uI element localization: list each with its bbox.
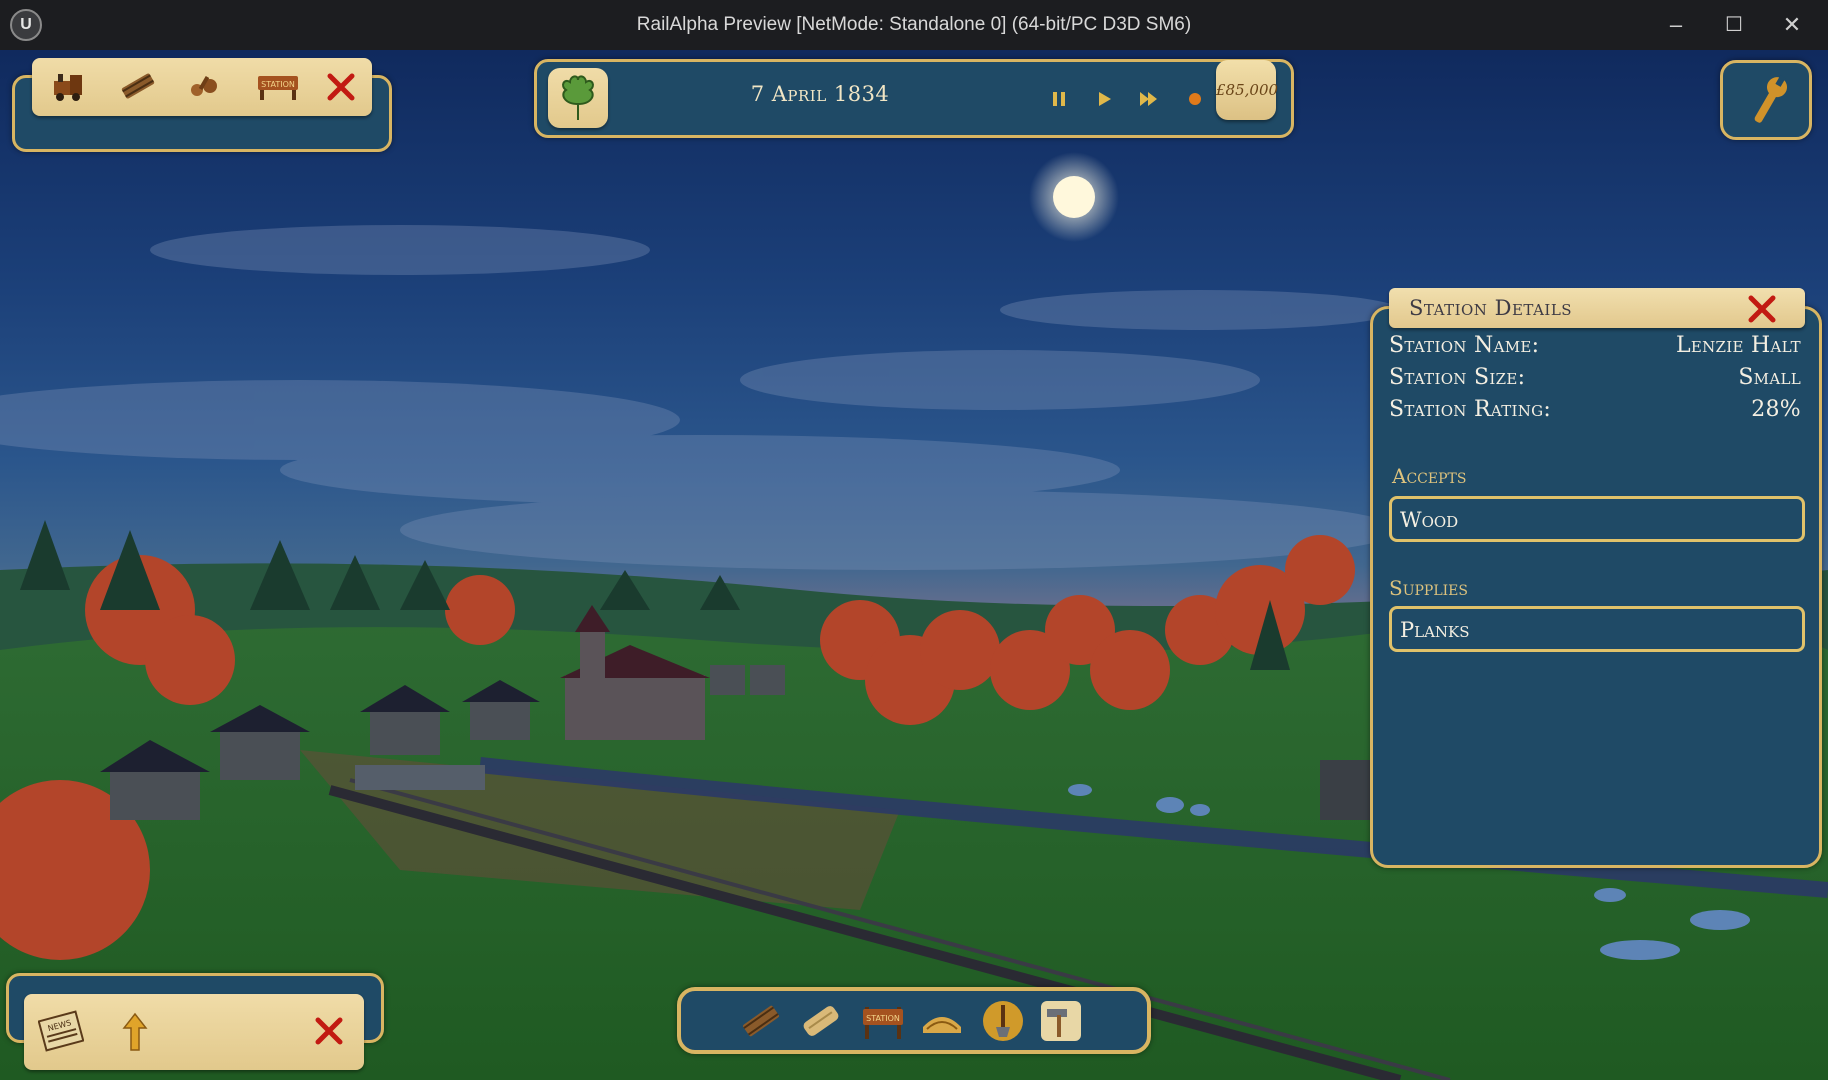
fast-forward-button[interactable] [1139, 90, 1159, 108]
accepts-item: Wood [1389, 496, 1805, 542]
station-size-label: Station Size: [1389, 365, 1526, 390]
locomotive-icon[interactable] [52, 71, 86, 101]
station-name-label: Station Name: [1389, 333, 1540, 358]
window-titlebar: U RailAlpha Preview [NetMode: Standalone… [0, 0, 1828, 50]
station-details-header: Station Details [1389, 288, 1805, 328]
oak-leaf-icon [562, 75, 594, 120]
record-button[interactable] [1186, 90, 1204, 108]
svg-text:STATION: STATION [261, 80, 295, 89]
close-station-details-button[interactable] [1747, 294, 1777, 324]
svg-text:STATION: STATION [866, 1014, 900, 1023]
play-button[interactable] [1096, 90, 1112, 108]
track-icon[interactable] [120, 70, 156, 102]
pause-button[interactable] [1051, 90, 1067, 108]
station-rating-value: 28% [1751, 397, 1801, 422]
shovel-tool-icon[interactable] [981, 999, 1025, 1043]
bottom-toolbar: STATION [677, 987, 1151, 1054]
station-name-value: Lenzie Halt [1675, 333, 1801, 358]
accepts-heading: Accepts [1392, 464, 1467, 488]
wrench-icon [1754, 75, 1787, 123]
game-date: 7 April 1834 [750, 82, 890, 106]
game-viewport[interactable]: STATION 7 April 1834 £85,000 [0, 50, 1828, 1080]
supplies-item: Planks [1389, 606, 1805, 652]
news-bar: NEWS [24, 994, 364, 1070]
season-indicator [548, 68, 608, 128]
maximize-button[interactable]: ☐ [1714, 8, 1754, 42]
plank-tool-icon[interactable] [801, 1001, 841, 1041]
track-tool-icon[interactable] [741, 1001, 781, 1041]
station-details-title: Station Details [1409, 296, 1573, 320]
close-news-button[interactable] [314, 1016, 344, 1046]
hammer-tool-icon[interactable] [1039, 999, 1083, 1043]
window-title: RailAlpha Preview [NetMode: Standalone 0… [636, 14, 1192, 35]
newspaper-icon[interactable]: NEWS [38, 1010, 84, 1052]
money-display: £85,000 [1216, 60, 1278, 120]
close-build-menu-button[interactable] [326, 72, 356, 102]
settings-button[interactable] [1720, 60, 1812, 140]
supplies-heading: Supplies [1389, 576, 1468, 600]
build-menu-bar: STATION [32, 58, 372, 116]
close-window-button[interactable]: ✕ [1772, 8, 1812, 42]
station-rating-label: Station Rating: [1389, 397, 1552, 422]
bridge-tool-icon[interactable] [921, 1003, 963, 1039]
station-sign-icon[interactable]: STATION [256, 70, 300, 102]
minimize-button[interactable]: – [1656, 8, 1696, 42]
up-arrow-icon[interactable] [122, 1012, 148, 1052]
construction-icon[interactable] [188, 72, 222, 100]
station-tool-icon[interactable]: STATION [861, 1001, 905, 1041]
station-size-value: Small [1738, 365, 1801, 390]
